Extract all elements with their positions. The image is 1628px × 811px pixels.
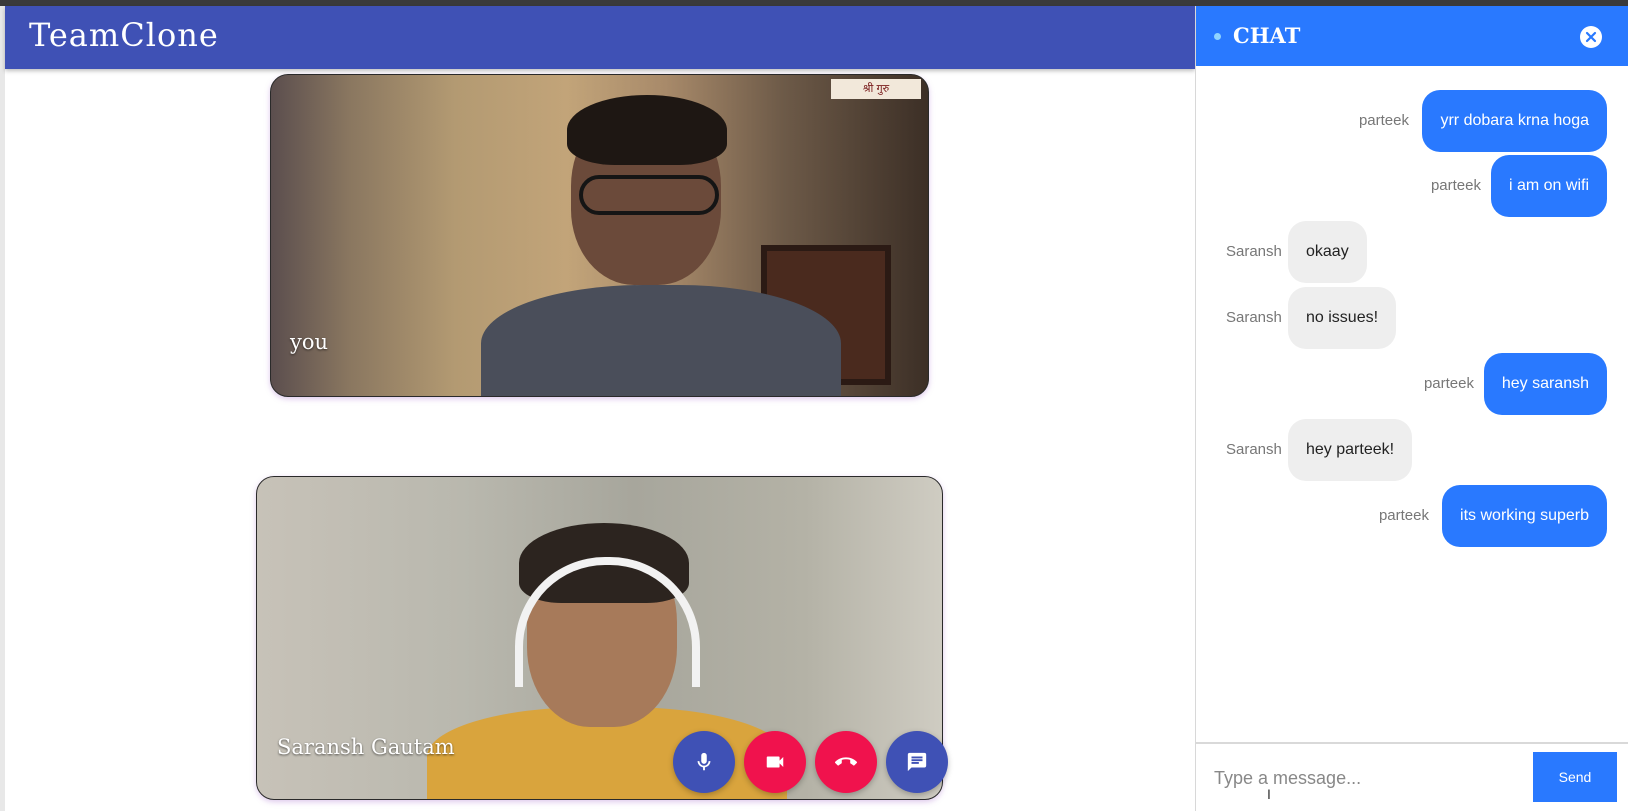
message-sender: parteek [1430,177,1481,194]
mic-button[interactable] [673,731,735,793]
person-hair [567,95,727,165]
call-controls [673,731,949,793]
chat-message: parteek i am on wifi [1196,155,1628,217]
message-bubble: okaay [1288,221,1367,283]
message-sender: Saransh [1226,243,1282,260]
message-input[interactable] [1214,758,1504,798]
status-dot [1214,33,1221,40]
chat-message: Saransh hey parteek! [1196,419,1628,481]
close-chat-button[interactable] [1580,26,1602,48]
chat-message: Saransh okaay [1196,221,1628,283]
chat-title: CHAT [1233,23,1301,48]
message-bubble: its working superb [1442,485,1607,547]
chat-message: parteek yrr dobara krna hoga [1196,90,1628,152]
message-bubble: hey parteek! [1288,419,1413,481]
message-bubble: i am on wifi [1490,155,1607,217]
brand-logo[interactable]: TeamClone [29,16,219,54]
message-bubble: no issues! [1288,287,1397,349]
chat-icon [907,752,927,772]
message-sender: parteek [1423,375,1474,392]
remote-video-label: Saransh Gautam [277,735,455,759]
chat-message: parteek its working superb [1196,485,1628,547]
message-bubble: hey saransh [1483,353,1607,415]
message-sender: Saransh [1226,309,1282,326]
app-header: TeamClone [5,6,1195,69]
close-icon [1585,31,1597,43]
chat-message: parteek hey saransh [1196,353,1628,415]
local-video-label: you [290,330,329,354]
mic-icon [697,752,711,771]
message-sender: Saransh [1226,441,1282,458]
send-button[interactable]: Send [1533,752,1617,802]
message-sender: parteek [1358,112,1409,129]
chat-panel: CHAT parteek yrr dobara krna hoga partee… [1195,6,1628,811]
glasses [579,175,719,215]
text-cursor-icon: I [1267,786,1271,802]
end-call-button[interactable] [815,731,877,793]
person-body [481,285,841,396]
video-camera-icon [766,756,784,768]
chat-header: CHAT [1196,6,1628,66]
message-bubble: yrr dobara krna hoga [1422,90,1607,152]
local-video-tile: श्री गुरु you [270,74,929,397]
wall-sign: श्री गुरु [831,79,921,99]
message-sender: parteek [1378,507,1429,524]
chat-toggle-button[interactable] [886,731,948,793]
window-edge [0,6,5,811]
input-divider [1196,742,1628,744]
camera-button[interactable] [744,731,806,793]
phone-hangup-icon [835,757,857,766]
chat-message: Saransh no issues! [1196,287,1628,349]
